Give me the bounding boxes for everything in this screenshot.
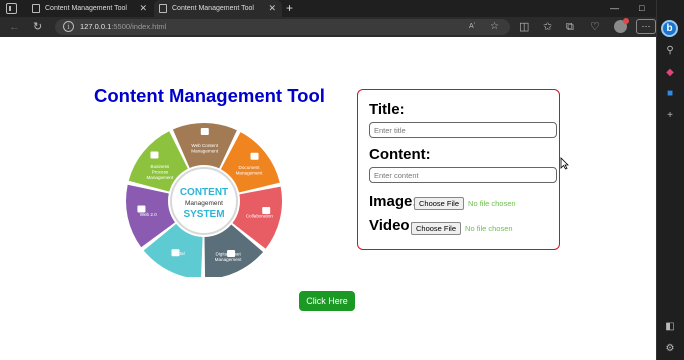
segment-label: Web 2.0 — [140, 212, 157, 217]
click-here-button[interactable]: Click Here — [299, 291, 355, 311]
video-label: Video: — [369, 217, 415, 234]
shopping-icon[interactable]: ◆ — [664, 67, 676, 79]
page-icon — [32, 4, 40, 13]
page-content: Content Management Tool CONTENT Manageme… — [0, 37, 656, 360]
page-icon — [159, 4, 167, 13]
content-input[interactable] — [369, 167, 557, 183]
workspaces-icon[interactable] — [6, 3, 17, 14]
diagram-center-line2: Management — [185, 200, 223, 207]
video-file-input[interactable]: Choose File No file chosen — [411, 220, 513, 238]
add-icon[interactable]: + — [664, 110, 676, 122]
segment-icon — [150, 151, 159, 159]
segment-icon — [200, 128, 209, 136]
tab-title: Content Management Tool — [172, 5, 254, 12]
bing-copilot-icon[interactable]: b — [661, 20, 678, 37]
tab-title: Content Management Tool — [45, 5, 127, 12]
video-no-file-text: No file chosen — [465, 224, 513, 234]
close-tab-icon[interactable]: ✕ — [268, 0, 276, 17]
content-form: Title: Content: Image: Choose FileNo fil… — [357, 89, 560, 250]
profile-icon[interactable] — [614, 18, 629, 33]
refresh-icon[interactable]: ↻ — [33, 20, 42, 34]
diagram-center-line3: SYSTEM — [183, 209, 224, 220]
settings-icon[interactable]: ⚙ — [664, 343, 676, 355]
title-input[interactable] — [369, 122, 557, 138]
cms-diagram: CONTENT Management SYSTEM Web Content Man… — [126, 123, 282, 277]
new-tab-button[interactable]: + — [286, 0, 293, 16]
mouse-cursor-icon — [560, 157, 569, 170]
maximize-button[interactable]: □ — [639, 0, 644, 17]
search-icon[interactable]: ⚲ — [664, 45, 676, 57]
address-bar[interactable]: i 127.0.0.1:5500/index.html Aʼ ☆ — [55, 19, 510, 35]
image-no-file-text: No file chosen — [468, 199, 516, 209]
sidebar-toggle-icon[interactable]: ◧ — [664, 321, 676, 333]
content-label: Content: — [369, 146, 431, 163]
image-file-input[interactable]: Choose File No file chosen — [414, 195, 516, 213]
segment-label: Web Content Management — [191, 143, 219, 154]
segment-label: Document Management — [236, 165, 264, 176]
outlook-icon[interactable]: ■ — [664, 88, 676, 100]
video-choose-file-button[interactable]: Choose File — [411, 222, 462, 236]
split-screen-icon[interactable]: ◫ — [519, 20, 529, 34]
image-choose-file-button[interactable]: Choose File — [414, 197, 465, 211]
page-title: Content Management Tool — [94, 85, 325, 106]
favorite-star-icon[interactable]: ☆ — [490, 19, 499, 35]
segment-icon — [250, 152, 259, 160]
tab-active[interactable]: Content Management Tool ✕ — [154, 0, 282, 17]
segment-label: Portal — [173, 251, 185, 256]
title-label: Title: — [369, 101, 405, 118]
minimize-button[interactable]: — — [610, 0, 619, 17]
url-text[interactable]: 127.0.0.1:5500/index.html — [80, 19, 166, 35]
close-tab-icon[interactable]: ✕ — [139, 0, 147, 17]
segment-label: Collaboration — [246, 213, 274, 218]
segment-label: Digital Asset Management — [215, 252, 243, 263]
collections-icon[interactable]: ⧉ — [566, 20, 574, 34]
more-icon[interactable]: ··· — [636, 19, 656, 34]
copilot-icon[interactable]: ♡ — [590, 20, 600, 34]
title-bar: Content Management Tool ✕ Content Manage… — [0, 0, 684, 17]
diagram-center-line1: CONTENT — [180, 187, 228, 198]
info-icon[interactable]: i — [63, 21, 74, 32]
tab-inactive[interactable]: Content Management Tool ✕ — [27, 0, 153, 17]
back-icon[interactable]: ← — [9, 20, 20, 34]
browser-toolbar: ← ↻ i 127.0.0.1:5500/index.html Aʼ ☆ ◫ ✩… — [0, 17, 656, 37]
read-aloud-icon[interactable]: Aʼ — [469, 19, 475, 35]
favorites-icon[interactable]: ✩ — [543, 20, 552, 34]
image-label: Image: — [369, 193, 418, 210]
